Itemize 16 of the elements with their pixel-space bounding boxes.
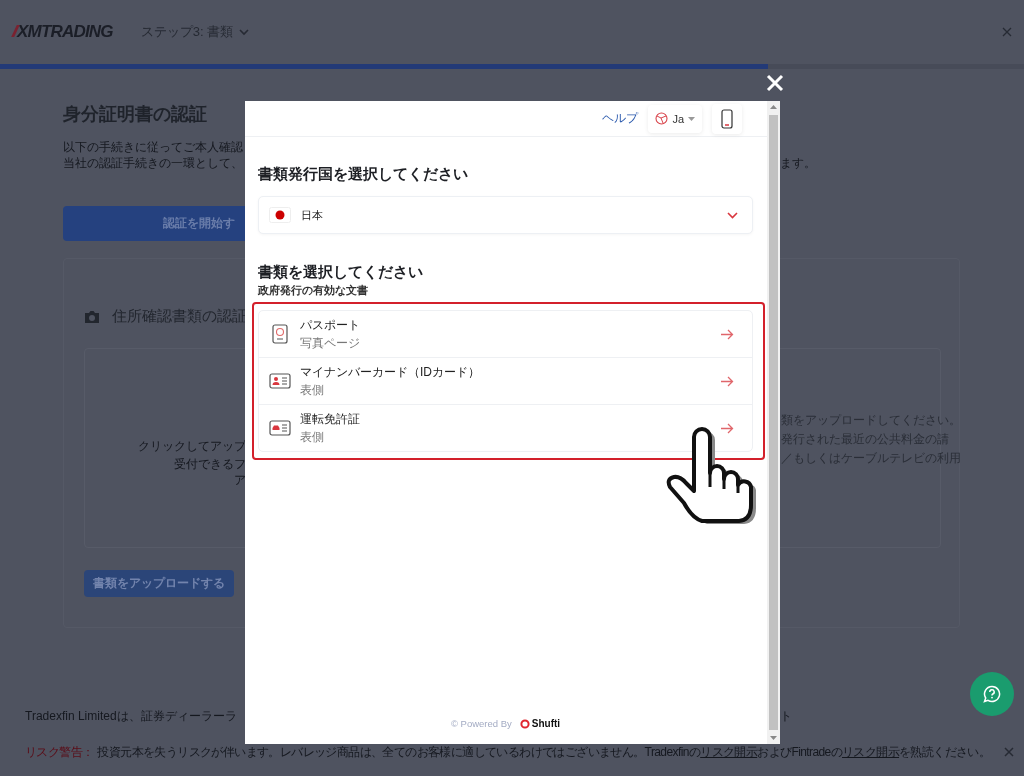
brand-logo: Shufti bbox=[519, 718, 561, 729]
document-title: パスポート bbox=[300, 316, 360, 334]
dropzone-text: 受付できるフ bbox=[174, 457, 246, 471]
document-subtitle: 表側 bbox=[300, 381, 325, 399]
document-subtitle: 表側 bbox=[300, 428, 325, 446]
section-heading: 書類発行国を選択してください bbox=[258, 165, 469, 183]
section-heading: 書類を選択してください bbox=[258, 263, 424, 281]
dropzone-text: ア bbox=[234, 473, 246, 487]
document-title: マイナンバーカード（IDカード） bbox=[300, 363, 480, 381]
document-subtitle: 写真ページ bbox=[300, 334, 360, 352]
logo: XMTRADING bbox=[14, 22, 113, 42]
intro-text: ます。 bbox=[780, 155, 817, 171]
powered-by-text: © Powered By bbox=[450, 718, 512, 729]
section-subheading: 政府発行の有効な文書 bbox=[258, 283, 369, 298]
risk-label: リスク警告： bbox=[25, 744, 94, 760]
document-title: 運転免許証 bbox=[300, 410, 360, 428]
